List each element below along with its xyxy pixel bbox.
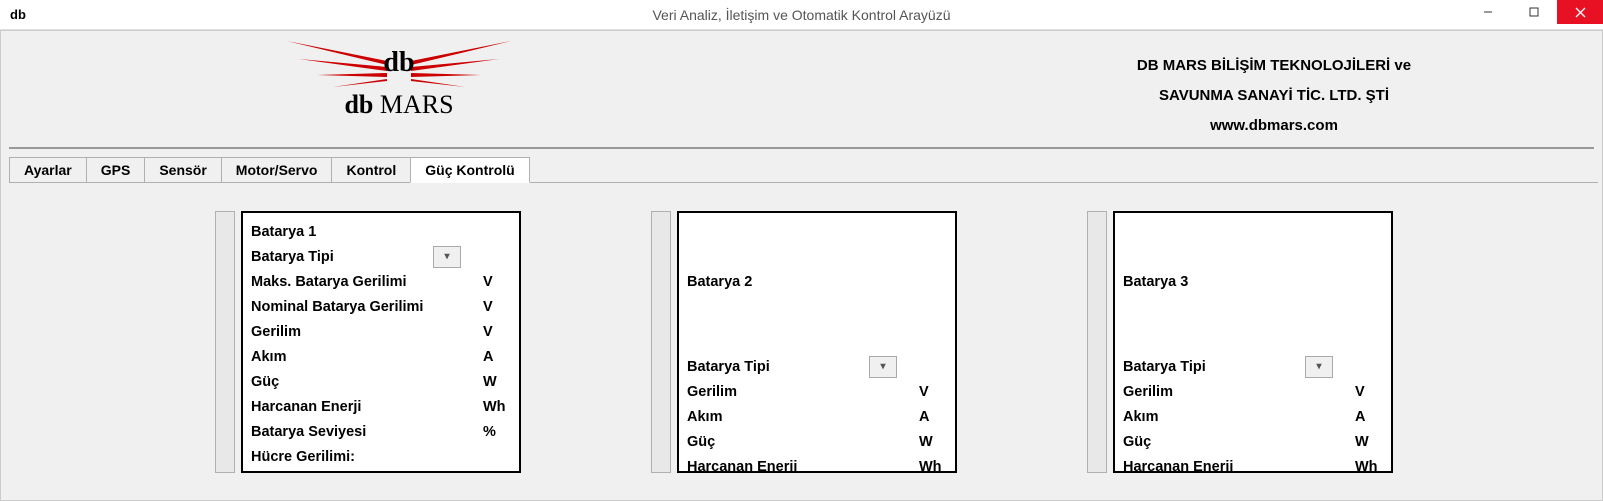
tab-bar: Ayarlar GPS Sensör Motor/Servo Kontrol G… [9, 157, 1598, 183]
battery1-row-unit: % [483, 424, 511, 440]
titlebar: db Veri Analiz, İletişim ve Otomatik Kon… [0, 0, 1603, 30]
tab-sensor[interactable]: Sensör [144, 157, 221, 182]
company-website: www.dbmars.com [1014, 111, 1534, 141]
logo-text: db MARS [259, 90, 539, 120]
battery3-type-dropdown[interactable]: ▾ [1305, 356, 1333, 378]
tab-ayarlar[interactable]: Ayarlar [9, 157, 87, 182]
maximize-icon [1529, 7, 1539, 17]
battery1-row-unit: V [483, 274, 511, 290]
battery3-row-label: Harcanan Enerji [1123, 459, 1355, 474]
battery3-row-unit: W [1355, 434, 1383, 450]
logo-wings-icon: db [259, 39, 539, 94]
battery3-row-label: Akım [1123, 409, 1355, 425]
battery2-row-label: Gerilim [687, 384, 919, 400]
battery3-row-unit: V [1355, 384, 1383, 400]
battery2-title: Batarya 2 [687, 269, 947, 294]
battery3-row-unit: A [1355, 409, 1383, 425]
app-icon: db [8, 5, 28, 25]
minimize-icon [1483, 7, 1493, 17]
tab-motor-servo[interactable]: Motor/Servo [221, 157, 333, 182]
battery2-row-unit: A [919, 409, 947, 425]
battery3-type-label: Batarya Tipi [1123, 359, 1305, 375]
battery1-row-unit: W [483, 374, 511, 390]
chevron-down-icon: ▾ [880, 361, 885, 372]
header: db db MARS DB MARS BİLİŞİM TEKNOLOJİLERİ… [9, 39, 1594, 149]
battery1-type-dropdown[interactable]: ▾ [433, 246, 461, 268]
battery3-handle[interactable] [1087, 211, 1107, 473]
battery1-row-label: Batarya Seviyesi [251, 424, 483, 440]
battery1-type-label: Batarya Tipi [251, 249, 433, 265]
close-icon [1575, 7, 1586, 18]
logo: db db MARS [259, 39, 539, 120]
battery3-panel: Batarya 3 Batarya Tipi ▾ GerilimV AkımA … [1113, 211, 1393, 473]
company-line1: DB MARS BİLİŞİM TEKNOLOJİLERİ ve [1014, 51, 1534, 81]
svg-text:db: db [383, 47, 414, 78]
tab-guc-kontrolu[interactable]: Güç Kontrolü [410, 157, 529, 183]
battery2-row-unit: Wh [919, 459, 947, 474]
maximize-button[interactable] [1511, 0, 1557, 24]
battery1-handle[interactable] [215, 211, 235, 473]
battery1-row-label: Nominal Batarya Gerilimi [251, 299, 483, 315]
battery1-row-unit: V [483, 324, 511, 340]
close-button[interactable] [1557, 0, 1603, 24]
battery2-group: Batarya 2 Batarya Tipi ▾ GerilimV AkımA … [651, 211, 957, 473]
battery1-group: Batarya 1 Batarya Tipi ▾ Maks. Batarya G… [215, 211, 521, 473]
battery1-row-label: Akım [251, 349, 483, 365]
battery1-row-label: Maks. Batarya Gerilimi [251, 274, 483, 290]
battery1-row-label: Gerilim [251, 324, 483, 340]
tab-gps[interactable]: GPS [86, 157, 146, 182]
battery1-row-unit: Wh [483, 399, 511, 415]
content-area: Batarya 1 Batarya Tipi ▾ Maks. Batarya G… [5, 183, 1598, 473]
minimize-button[interactable] [1465, 0, 1511, 24]
battery3-row-unit: Wh [1355, 459, 1383, 474]
chevron-down-icon: ▾ [1316, 361, 1321, 372]
battery1-row-unit: A [483, 349, 511, 365]
window-title: Veri Analiz, İletişim ve Otomatik Kontro… [0, 7, 1603, 23]
battery2-row-label: Harcanan Enerji [687, 459, 919, 474]
battery3-group: Batarya 3 Batarya Tipi ▾ GerilimV AkımA … [1087, 211, 1393, 473]
battery3-title: Batarya 3 [1123, 269, 1383, 294]
battery2-row-label: Güç [687, 434, 919, 450]
battery1-title: Batarya 1 [251, 219, 511, 244]
tab-kontrol[interactable]: Kontrol [331, 157, 411, 182]
battery1-panel: Batarya 1 Batarya Tipi ▾ Maks. Batarya G… [241, 211, 521, 473]
battery1-row-label: Harcanan Enerji [251, 399, 483, 415]
company-line2: SAVUNMA SANAYİ TİC. LTD. ŞTİ [1014, 81, 1534, 111]
battery1-row-label: Güç [251, 374, 483, 390]
battery2-row-unit: W [919, 434, 947, 450]
battery2-type-label: Batarya Tipi [687, 359, 869, 375]
battery2-type-dropdown[interactable]: ▾ [869, 356, 897, 378]
battery1-row-unit: V [483, 299, 511, 315]
company-info: DB MARS BİLİŞİM TEKNOLOJİLERİ ve SAVUNMA… [1014, 51, 1534, 141]
battery2-handle[interactable] [651, 211, 671, 473]
battery3-row-label: Gerilim [1123, 384, 1355, 400]
battery1-cell-label: Hücre Gerilimi: [251, 449, 511, 465]
battery2-row-unit: V [919, 384, 947, 400]
battery2-row-label: Akım [687, 409, 919, 425]
chevron-down-icon: ▾ [444, 251, 449, 262]
battery2-panel: Batarya 2 Batarya Tipi ▾ GerilimV AkımA … [677, 211, 957, 473]
battery3-row-label: Güç [1123, 434, 1355, 450]
